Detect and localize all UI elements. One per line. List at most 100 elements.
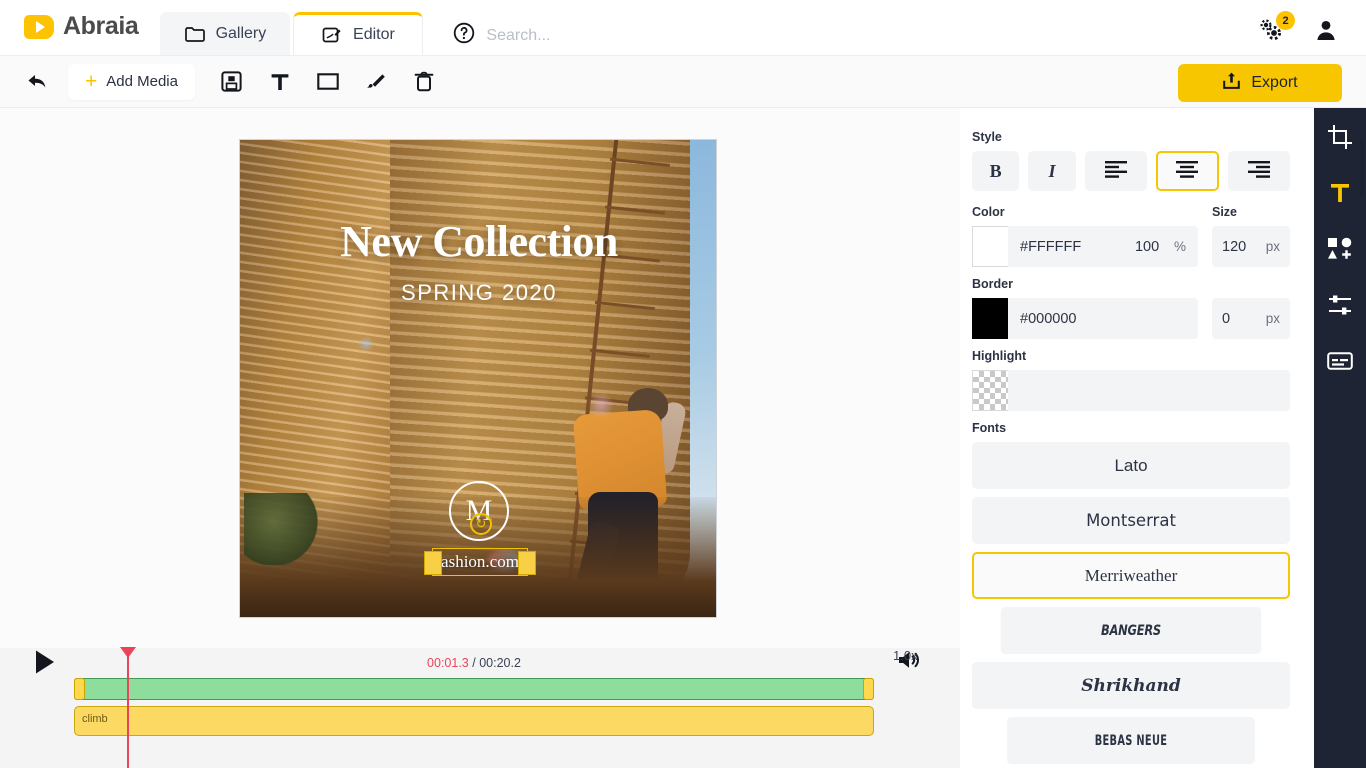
rectangle-tool-icon[interactable] (311, 65, 345, 99)
total-time: 00:20.2 (479, 656, 521, 670)
undo-arrow-icon[interactable] (20, 65, 54, 99)
font-label: Shrikhand (1081, 675, 1181, 696)
highlight-value[interactable] (1008, 370, 1290, 411)
font-label: Merriweather (1084, 565, 1178, 585)
style-label: Style (972, 130, 1002, 144)
play-icon[interactable] (32, 648, 58, 676)
folder-icon (184, 26, 205, 42)
color-swatch[interactable] (972, 226, 1008, 267)
subtitles-icon[interactable] (1325, 346, 1355, 376)
font-option-lato[interactable]: Lato (972, 442, 1290, 489)
border-width-value[interactable]: 0 (1222, 311, 1266, 327)
upload-box-icon (1222, 71, 1241, 96)
resize-handle-right[interactable] (518, 551, 536, 575)
tab-gallery[interactable]: Gallery (160, 12, 291, 55)
bold-button[interactable]: B (972, 151, 1020, 191)
color-hex-value: #FFFFFF (1020, 238, 1082, 255)
text-tool-icon[interactable] (263, 65, 297, 99)
text-color-field[interactable]: #FFFFFF 100 % (972, 226, 1198, 267)
selected-text-element[interactable]: ashion.com (424, 548, 536, 576)
canvas-stage: New Collection SPRING 2020 M ↻ ashion.co… (0, 108, 960, 648)
trim-handle-left[interactable] (74, 678, 85, 700)
panel-scrollbar[interactable] (1360, 138, 1364, 198)
add-media-button[interactable]: + Add Media (68, 63, 195, 100)
border-width-field[interactable]: 0 px (1212, 298, 1290, 339)
trim-handle-right[interactable] (863, 678, 874, 700)
font-size-unit: px (1265, 239, 1280, 254)
style-button-row: B I (972, 151, 1291, 191)
search-container (476, 27, 1258, 45)
resize-handle-left[interactable] (424, 551, 442, 575)
video-preview-canvas[interactable]: New Collection SPRING 2020 M ↻ ashion.co… (239, 139, 717, 618)
border-hex-input[interactable]: #000000 (1008, 298, 1198, 339)
color-opacity-value[interactable]: 100 (1135, 239, 1165, 255)
export-label: Export (1251, 74, 1298, 91)
font-size-value[interactable]: 120 (1222, 239, 1266, 255)
font-size-field[interactable]: 120 px (1212, 226, 1290, 267)
adjustments-sliders-icon[interactable] (1325, 290, 1355, 320)
italic-label: I (1048, 160, 1056, 181)
highlight-label: Highlight (972, 349, 1027, 363)
font-option-merriweather[interactable]: Merriweather (972, 552, 1290, 599)
font-label: Montserrat (1086, 511, 1176, 530)
align-right-icon (1246, 160, 1272, 183)
align-left-button[interactable] (1084, 151, 1148, 191)
save-disk-icon[interactable] (215, 65, 249, 99)
text-icon[interactable] (1325, 178, 1355, 208)
user-avatar-icon[interactable] (1314, 18, 1338, 42)
header-actions: 2 (1258, 11, 1366, 55)
align-right-button[interactable] (1227, 151, 1291, 191)
time-separator: / (472, 656, 476, 670)
italic-button[interactable]: I (1028, 151, 1076, 191)
export-button[interactable]: Export (1178, 64, 1342, 102)
border-color-field[interactable]: #000000 (972, 298, 1198, 339)
app-header: Abraia Gallery Editor Search... 2 (0, 0, 1366, 56)
crop-icon[interactable] (1325, 122, 1355, 152)
font-option-montserrat[interactable]: Montserrat (972, 497, 1290, 544)
fonts-list: Lato Montserrat Merriweather BANGERS Shr… (972, 442, 1290, 764)
bush (244, 493, 318, 565)
font-option-bangers[interactable]: BANGERS (1000, 607, 1262, 654)
edit-document-icon (322, 26, 342, 44)
pen-tool-icon[interactable] (359, 65, 393, 99)
video-track[interactable] (74, 678, 874, 700)
highlight-swatch[interactable] (972, 370, 1008, 411)
brand-logo[interactable]: Abraia (0, 12, 160, 55)
highlight-field[interactable] (972, 370, 1290, 411)
font-label: BEBAS NEUE (1094, 732, 1168, 749)
canvas-title-text[interactable]: New Collection (240, 216, 716, 267)
bold-label: B (989, 160, 1002, 181)
tab-editor[interactable]: Editor (293, 12, 424, 55)
canvas-subtitle-text[interactable]: SPRING 2020 (240, 280, 716, 306)
border-label: Border (972, 277, 1013, 291)
size-label: Size (1212, 205, 1238, 219)
border-swatch[interactable] (972, 298, 1008, 339)
tab-editor-label: Editor (353, 26, 395, 43)
align-center-icon (1174, 160, 1200, 183)
clip-label: climb (82, 713, 108, 725)
gears-icon[interactable]: 2 (1258, 11, 1295, 43)
playhead[interactable] (120, 647, 136, 768)
playback-speed[interactable]: 1.0x (893, 648, 918, 663)
tab-gallery-label: Gallery (215, 24, 267, 42)
editor-toolbar: + Add Media Export (0, 56, 1366, 108)
right-tool-rail (1314, 108, 1366, 768)
color-label: Color (972, 205, 1005, 219)
timeline-clip[interactable]: climb (74, 706, 874, 736)
trash-icon[interactable] (407, 65, 441, 99)
font-option-shrikhand[interactable]: Shrikhand (972, 662, 1290, 709)
align-center-button[interactable] (1156, 151, 1219, 191)
search-input[interactable] (486, 27, 847, 45)
font-label: Lato (1114, 455, 1148, 475)
text-properties-panel: Style B I Color #FFFFFF 100 % Size 120 p… (960, 108, 1314, 768)
font-option-bebas-neue[interactable]: BEBAS NEUE (1006, 717, 1256, 764)
abraia-editor-app: Abraia Gallery Editor Search... 2 + Add … (0, 0, 1366, 768)
fonts-label: Fonts (972, 421, 1007, 435)
color-hex-input[interactable]: #FFFFFF 100 % (1008, 226, 1198, 267)
question-circle-icon[interactable] (452, 21, 476, 45)
font-label: BANGERS (1101, 622, 1161, 639)
add-media-label: Add Media (106, 73, 178, 90)
elements-shapes-icon[interactable] (1325, 234, 1355, 264)
rotate-handle-icon[interactable]: ↻ (470, 513, 492, 535)
plus-icon: + (85, 70, 98, 93)
